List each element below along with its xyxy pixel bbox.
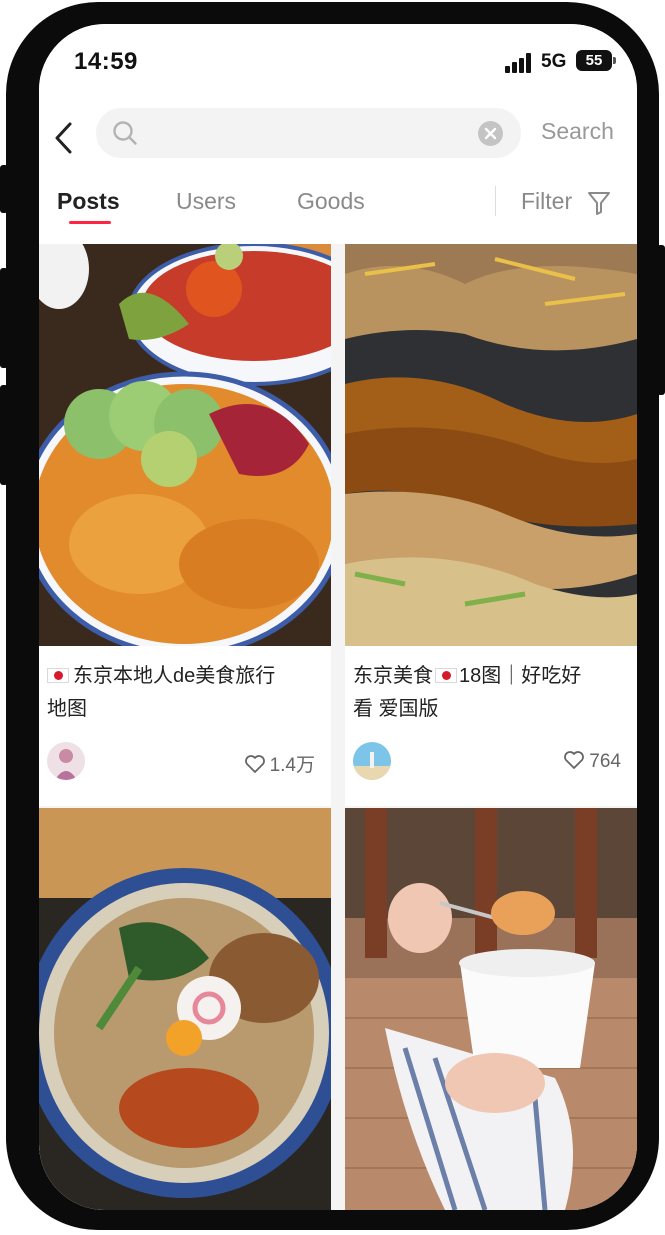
tab-posts[interactable]: Posts xyxy=(57,188,120,215)
search-box[interactable] xyxy=(96,108,521,158)
status-bar: 14:59 5G 55 xyxy=(39,24,637,102)
tab-goods[interactable]: Goods xyxy=(297,188,365,215)
tab-bar: Posts Users Goods Filter xyxy=(39,186,637,244)
search-icon xyxy=(113,121,137,145)
volume-down-button xyxy=(0,385,8,485)
like-count[interactable]: 764 xyxy=(563,750,621,773)
author-avatar[interactable] xyxy=(353,742,391,780)
mute-switch xyxy=(0,165,8,213)
tab-divider xyxy=(495,186,496,216)
filter-button[interactable]: Filter xyxy=(521,188,572,215)
search-bar-row: Search xyxy=(39,102,637,186)
post-image-uni-bowl xyxy=(39,244,331,646)
network-type: 5G xyxy=(541,51,567,72)
post-card[interactable] xyxy=(345,808,637,1210)
volume-up-button xyxy=(0,268,8,368)
power-button xyxy=(657,245,665,395)
search-input[interactable] xyxy=(150,118,470,148)
battery-icon: 55 xyxy=(576,50,616,71)
author-avatar[interactable] xyxy=(47,742,85,780)
heart-icon xyxy=(244,755,265,773)
app-screen: 14:59 5G 55 Search Posts Users Goods Fil… xyxy=(39,24,637,1210)
heart-icon xyxy=(564,751,585,769)
phone-frame: 14:59 5G 55 Search Posts Users Goods Fil… xyxy=(6,2,659,1230)
post-card[interactable] xyxy=(39,808,331,1210)
like-count[interactable]: 1.4万 xyxy=(244,750,315,777)
battery-level: 55 xyxy=(585,52,603,69)
post-image-ramen xyxy=(39,808,331,1210)
back-arrow-icon[interactable] xyxy=(51,118,77,158)
post-card[interactable]: 东京美食 18图｜好吃好看 爱国版 764 xyxy=(345,244,637,806)
post-card[interactable]: 东京本地人de美食旅行 地图 1.4万 xyxy=(39,244,331,806)
post-image-rice-cup xyxy=(345,808,637,1210)
post-title: 东京本地人de美食旅行 地图 xyxy=(47,665,276,720)
post-title: 东京美食 18图｜好吃好看 爱国版 xyxy=(353,665,582,720)
post-image-okonomiyaki xyxy=(345,244,637,646)
active-tab-indicator xyxy=(69,221,111,224)
filter-icon[interactable] xyxy=(587,190,611,216)
japan-flag-icon xyxy=(435,668,457,683)
status-time: 14:59 xyxy=(74,48,138,75)
cellular-signal-icon xyxy=(505,53,531,73)
clear-icon[interactable] xyxy=(477,120,504,147)
tab-users[interactable]: Users xyxy=(176,188,236,215)
search-button[interactable]: Search xyxy=(541,118,614,145)
japan-flag-icon xyxy=(47,668,69,683)
